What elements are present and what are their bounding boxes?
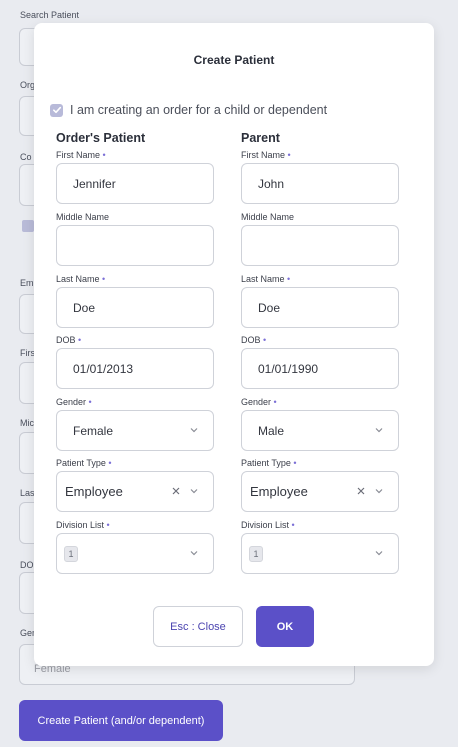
clear-icon[interactable] <box>171 486 181 496</box>
patient-last-name-label: Last Name • <box>56 274 106 284</box>
clear-icon[interactable] <box>356 486 366 496</box>
parent-last-name-input[interactable]: Doe <box>241 287 399 328</box>
parent-middle-name-label: Middle Name <box>241 212 295 222</box>
parent-dob-input[interactable]: 01/01/1990 <box>241 348 399 389</box>
patient-first-name-label: First Name • <box>56 150 106 160</box>
parent-division-label: Division List • <box>241 520 295 530</box>
patient-heading: Order's Patient <box>56 131 146 145</box>
parent-heading: Parent <box>241 131 280 145</box>
chevron-down-icon <box>190 428 198 433</box>
create-patient-button[interactable]: Create Patient (and/or dependent) <box>19 700 223 741</box>
dependent-checkbox[interactable] <box>50 103 63 117</box>
bg-label-dob: DO <box>20 560 34 570</box>
patient-middle-name-label: Middle Name <box>56 212 110 222</box>
parent-middle-name-input[interactable] <box>241 225 399 266</box>
parent-type-label: Patient Type • <box>241 458 297 468</box>
parent-gender-select[interactable]: Male <box>241 410 399 451</box>
patient-division-label: Division List • <box>56 520 110 530</box>
parent-first-name-label: First Name • <box>241 150 291 160</box>
patient-type-select[interactable]: Employee <box>56 471 214 512</box>
patient-division-select[interactable]: 1 <box>56 533 214 574</box>
patient-dob-label: DOB • <box>56 335 82 345</box>
bg-checkbox[interactable] <box>22 220 34 232</box>
search-patient-label: Search Patient <box>20 10 80 20</box>
bg-label-middle: Mic <box>20 418 34 428</box>
close-button[interactable]: Esc : Close <box>153 606 243 647</box>
check-icon <box>52 106 61 114</box>
ok-button[interactable]: OK <box>256 606 314 647</box>
parent-type-select[interactable]: Employee <box>241 471 399 512</box>
division-chip: 1 <box>249 545 263 562</box>
patient-gender-select[interactable]: Female <box>56 410 214 451</box>
patient-type-label: Patient Type • <box>56 458 112 468</box>
division-chip: 1 <box>64 545 78 562</box>
bg-label-em: Em <box>20 278 34 288</box>
patient-dob-input[interactable]: 01/01/2013 <box>56 348 214 389</box>
bg-label-last: Las <box>20 488 35 498</box>
chevron-down-icon <box>190 489 198 494</box>
bg-label-org: Org <box>20 80 36 90</box>
modal-title: Create Patient <box>193 53 275 67</box>
patient-middle-name-input[interactable] <box>56 225 214 266</box>
patient-gender-label: Gender • <box>56 397 92 407</box>
parent-gender-label: Gender • <box>241 397 277 407</box>
parent-first-name-input[interactable]: John <box>241 163 399 204</box>
patient-first-name-input[interactable]: Jennifer <box>56 163 214 204</box>
chevron-down-icon <box>375 489 383 494</box>
patient-column: Order's Patient First Name • Jennifer Mi… <box>56 131 214 574</box>
parent-dob-label: DOB • <box>241 335 267 345</box>
patient-last-name-input[interactable]: Doe <box>56 287 214 328</box>
chevron-down-icon <box>190 551 198 556</box>
dependent-checkbox-row[interactable]: I am creating an order for a child or de… <box>50 103 327 117</box>
create-patient-modal: Create Patient I am creating an order fo… <box>34 23 434 666</box>
parent-division-select[interactable]: 1 <box>241 533 399 574</box>
dependent-checkbox-label: I am creating an order for a child or de… <box>70 103 328 117</box>
parent-column: Parent First Name • John Middle Name Las… <box>241 131 399 574</box>
bg-label-co: Co <box>20 152 32 162</box>
chevron-down-icon <box>375 428 383 433</box>
parent-last-name-label: Last Name • <box>241 274 291 284</box>
bg-label-first: Firs <box>20 348 35 358</box>
chevron-down-icon <box>375 551 383 556</box>
